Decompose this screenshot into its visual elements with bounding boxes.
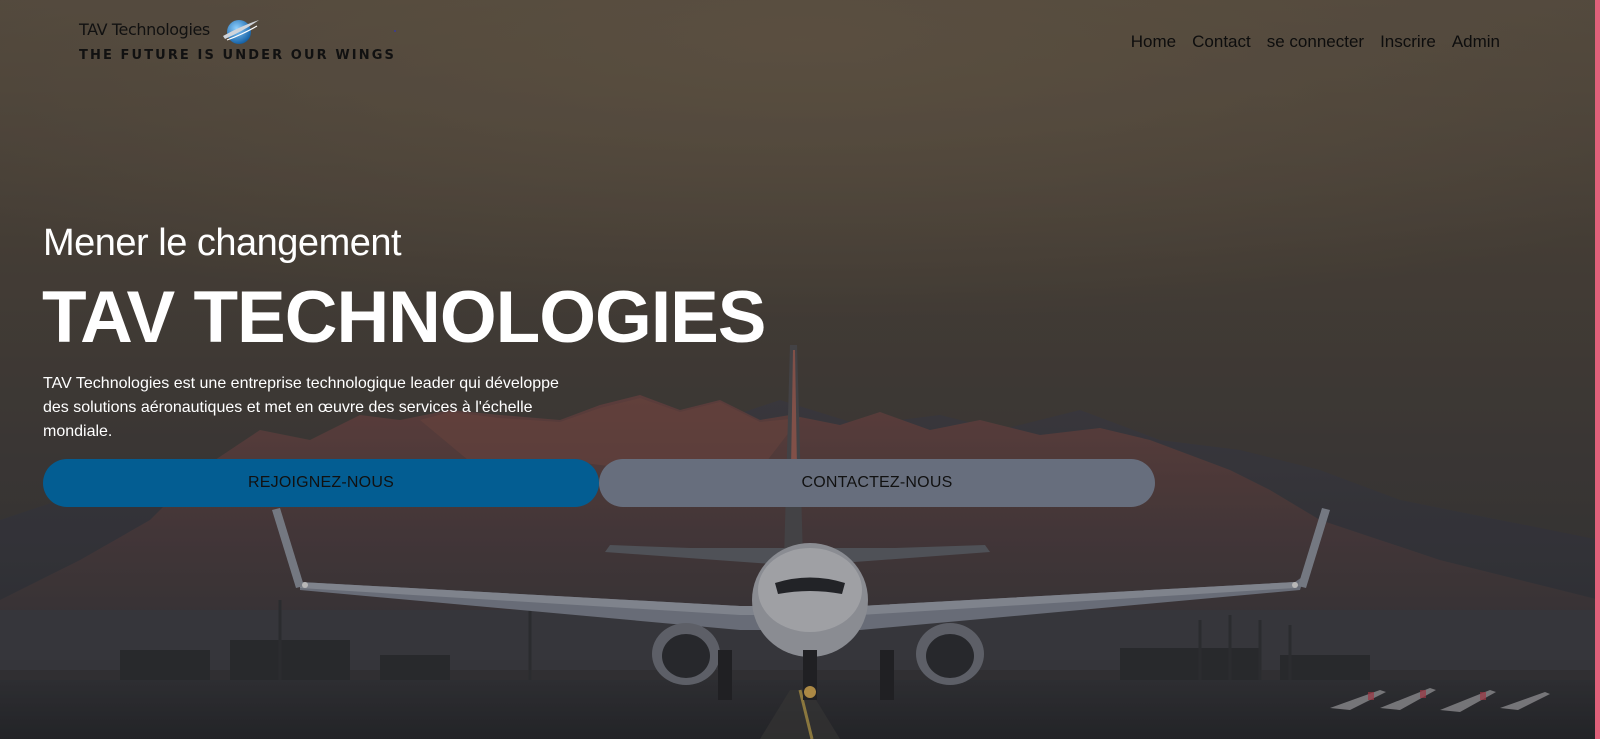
nav-contact[interactable]: Contact [1192,30,1251,54]
cta-buttons: REJOIGNEZ-NOUS CONTACTEZ-NOUS [43,459,1155,507]
main-nav: Home Contact se connecter Inscrire Admin [1115,30,1500,54]
nav-login[interactable]: se connecter [1267,30,1364,54]
edge-accent-strip [1595,0,1600,739]
contact-us-button[interactable]: CONTACTEZ-NOUS [599,459,1155,507]
globe-wing-icon [223,20,259,44]
hero-subtitle: Mener le changement [43,222,402,264]
hero-title: TAV TECHNOLOGIES [42,277,766,358]
nav-register[interactable]: Inscrire [1380,30,1436,54]
join-us-button[interactable]: REJOIGNEZ-NOUS [43,459,599,507]
nav-admin[interactable]: Admin [1452,30,1500,54]
hero-description: TAV Technologies est une entreprise tech… [43,375,559,440]
airplane-runway-photo [0,0,1600,739]
decor-dot [394,30,396,32]
brand-logo[interactable]: TAV Technologies THE FUTURE IS UNDER OUR… [79,16,399,68]
nav-home[interactable]: Home [1131,30,1176,54]
brand-name: TAV Technologies [79,20,210,39]
brand-tagline: THE FUTURE IS UNDER OUR WINGS [79,48,396,63]
hero-background [0,0,1600,739]
